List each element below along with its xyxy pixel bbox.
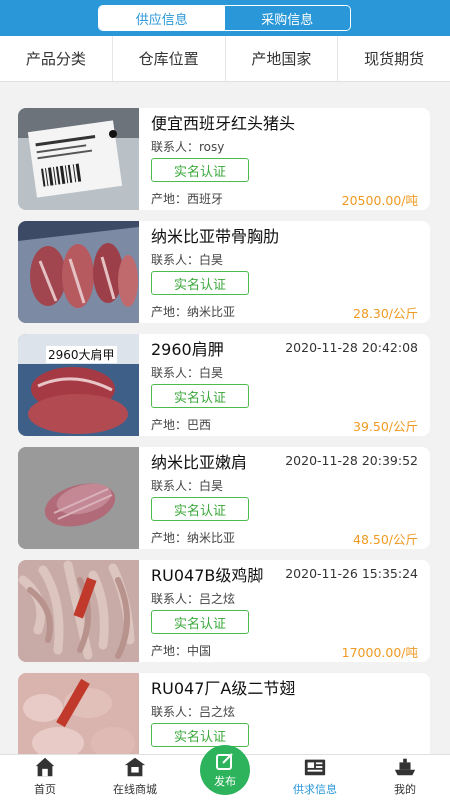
top-header: 供应信息 采购信息 bbox=[0, 0, 450, 36]
listing-title: 便宜西班牙红头猪头 bbox=[151, 114, 296, 133]
listing-origin: 产地：纳米比亚 bbox=[151, 531, 236, 545]
nav-online-store[interactable]: 在线商城 bbox=[90, 755, 180, 800]
listing-card[interactable]: 纳米比亚嫩肩 2020-11-28 20:39:52 联系人：白昊 实名认证 产… bbox=[18, 447, 430, 549]
verified-badge: 实名认证 bbox=[151, 158, 249, 182]
product-thumbnail bbox=[18, 673, 139, 754]
listing-title: 2960肩胛 bbox=[151, 340, 224, 359]
profile-icon bbox=[394, 758, 416, 776]
listing-origin: 产地：西班牙 bbox=[151, 192, 224, 206]
listing-contact: 联系人：rosy bbox=[151, 140, 225, 154]
listing-card[interactable]: RU047厂A级二节翅 联系人：吕之炫 实名认证 bbox=[18, 673, 430, 754]
publish-button[interactable]: 发布 bbox=[200, 745, 250, 795]
nav-home[interactable]: 首页 bbox=[0, 755, 90, 800]
listing-origin: 产地：巴西 bbox=[151, 418, 212, 432]
nav-label: 供求信息 bbox=[293, 783, 337, 796]
listing-date: 2020-11-28 20:39:52 bbox=[285, 453, 418, 468]
listing-contact: 联系人：白昊 bbox=[151, 479, 224, 493]
listing-card[interactable]: 便宜西班牙红头猪头 联系人：rosy 实名认证 产地：西班牙 20500.00/… bbox=[18, 108, 430, 210]
listing-origin: 产地：中国 bbox=[151, 644, 212, 658]
listing-price: 20500.00/吨 bbox=[341, 193, 418, 208]
listing-date: 2020-11-28 20:42:08 bbox=[285, 340, 418, 355]
store-icon bbox=[124, 757, 146, 777]
filter-origin-country[interactable]: 产地国家 bbox=[226, 36, 339, 81]
listing-origin: 产地：纳米比亚 bbox=[151, 305, 236, 319]
listing-price: 39.50/公斤 bbox=[353, 419, 418, 434]
product-thumbnail bbox=[18, 560, 139, 662]
nav-label: 发布 bbox=[214, 775, 236, 788]
listing-contact: 联系人：白昊 bbox=[151, 366, 224, 380]
segment-control: 供应信息 采购信息 bbox=[98, 5, 351, 31]
verified-badge: 实名认证 bbox=[151, 271, 249, 295]
nav-label: 我的 bbox=[394, 783, 416, 796]
verified-badge: 实名认证 bbox=[151, 610, 249, 634]
listing-title: RU047厂A级二节翅 bbox=[151, 679, 296, 698]
nav-label: 在线商城 bbox=[113, 783, 157, 796]
verified-badge: 实名认证 bbox=[151, 497, 249, 521]
home-icon bbox=[35, 757, 55, 777]
nav-label: 首页 bbox=[34, 783, 56, 796]
nav-profile[interactable]: 我的 bbox=[360, 755, 450, 800]
tab-purchase-info[interactable]: 采购信息 bbox=[224, 6, 350, 30]
listing-contact: 联系人：吕之炫 bbox=[151, 705, 236, 719]
bottom-nav: 首页 在线商城 发布 供求信息 我的 bbox=[0, 745, 450, 800]
listing-card[interactable]: RU047B级鸡脚 2020-11-26 15:35:24 联系人：吕之炫 实名… bbox=[18, 560, 430, 662]
listing-price: 28.30/公斤 bbox=[353, 306, 418, 321]
filter-spot-futures[interactable]: 现货期货 bbox=[338, 36, 450, 81]
supply-demand-icon bbox=[304, 759, 326, 776]
listing-title: 纳米比亚带骨胸肋 bbox=[151, 227, 280, 246]
verified-badge: 实名认证 bbox=[151, 384, 249, 408]
listing-card[interactable]: 纳米比亚带骨胸肋 联系人：白昊 实名认证 产地：纳米比亚 28.30/公斤 bbox=[18, 221, 430, 323]
listing-title: 纳米比亚嫩肩 bbox=[151, 453, 248, 472]
verified-badge: 实名认证 bbox=[151, 723, 249, 747]
listing-contact: 联系人：白昊 bbox=[151, 253, 224, 267]
filter-warehouse-location[interactable]: 仓库位置 bbox=[113, 36, 226, 81]
product-thumbnail bbox=[18, 447, 139, 549]
filter-product-category[interactable]: 产品分类 bbox=[0, 36, 113, 81]
product-thumbnail: 2960大肩甲 bbox=[18, 334, 139, 436]
listing-price: 48.50/公斤 bbox=[353, 532, 418, 547]
listing-list: 便宜西班牙红头猪头 联系人：rosy 实名认证 产地：西班牙 20500.00/… bbox=[0, 82, 450, 754]
listing-card[interactable]: 2960大肩甲 2960肩胛 2020-11-28 20:42:08 联系人：白… bbox=[18, 334, 430, 436]
listing-date: 2020-11-26 15:35:24 bbox=[285, 566, 418, 581]
product-thumbnail bbox=[18, 108, 139, 210]
publish-icon bbox=[216, 753, 233, 770]
thumbnail-label: 2960大肩甲 bbox=[46, 346, 117, 363]
tab-supply-info[interactable]: 供应信息 bbox=[99, 6, 225, 30]
nav-publish[interactable]: 发布 bbox=[180, 745, 270, 800]
listing-contact: 联系人：吕之炫 bbox=[151, 592, 236, 606]
product-thumbnail bbox=[18, 221, 139, 323]
nav-supply-demand[interactable]: 供求信息 bbox=[270, 755, 360, 800]
listing-price: 17000.00/吨 bbox=[341, 645, 418, 660]
listing-title: RU047B级鸡脚 bbox=[151, 566, 264, 585]
filter-bar: 产品分类 仓库位置 产地国家 现货期货 bbox=[0, 36, 450, 82]
